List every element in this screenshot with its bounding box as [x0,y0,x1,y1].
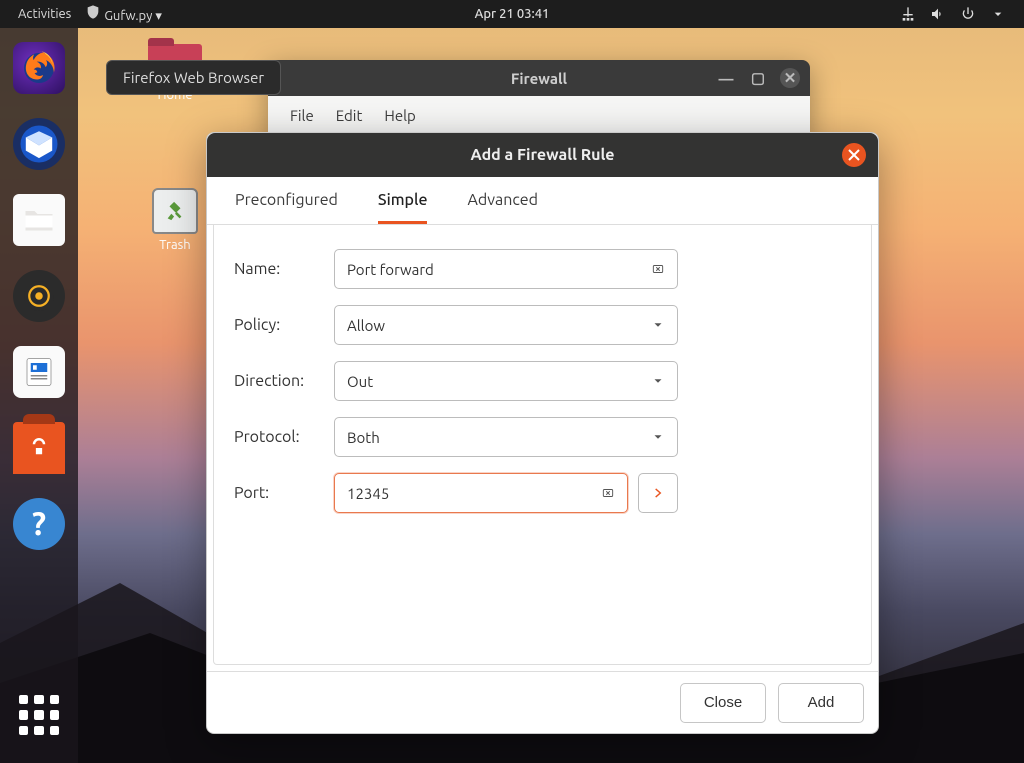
name-input[interactable]: Port forward [334,249,678,289]
dialog-title: Add a Firewall Rule [470,146,614,164]
menu-file[interactable]: File [290,107,314,124]
dock-firefox[interactable] [13,42,65,94]
shield-icon [85,4,101,20]
network-icon[interactable] [900,6,916,22]
chevron-down-icon[interactable] [990,6,1006,22]
dialog-close[interactable] [842,143,866,167]
chevron-down-icon [651,374,665,388]
clear-icon[interactable] [601,486,615,500]
power-icon[interactable] [960,6,976,22]
window-close[interactable]: ✕ [780,68,800,88]
port-input[interactable]: 12345 [334,473,628,513]
clock[interactable]: Apr 21 03:41 [475,7,550,21]
dock-thunderbird[interactable] [13,118,65,170]
dock-software[interactable] [13,422,65,474]
label-direction: Direction: [234,372,334,390]
dock-apps-grid[interactable] [13,689,65,741]
chevron-down-icon [651,430,665,444]
thunderbird-icon [17,122,61,166]
desktop-trash-label: Trash [140,238,210,252]
dock-files[interactable] [13,194,65,246]
app-indicator[interactable]: Gufw.py ▾ [85,4,162,24]
dock-libreoffice-writer[interactable] [13,346,65,398]
label-name: Name: [234,260,334,278]
chevron-right-icon [651,486,665,500]
dock-tooltip: Firefox Web Browser [106,60,281,95]
add-button[interactable]: Add [778,683,864,723]
window-minimize[interactable]: — [716,68,736,88]
window-maximize[interactable]: ▢ [748,68,768,88]
firewall-window: Firewall — ▢ ✕ File Edit Help [268,60,810,140]
dock-help[interactable]: ? [13,498,65,550]
top-bar: Activities Gufw.py ▾ Apr 21 03:41 [0,0,1024,28]
dock-rhythmbox[interactable] [13,270,65,322]
firefox-icon [17,46,61,90]
trash-icon [152,188,198,234]
tab-simple[interactable]: Simple [378,191,428,224]
menu-help[interactable]: Help [384,107,415,124]
add-rule-dialog: Add a Firewall Rule Preconfigured Simple… [206,132,879,734]
dialog-tabs: Preconfigured Simple Advanced [207,177,878,225]
port-range-button[interactable] [638,473,678,513]
chevron-down-icon [651,318,665,332]
desktop-trash[interactable]: Trash [140,188,210,252]
volume-icon[interactable] [930,6,946,22]
document-icon [21,354,57,390]
tab-preconfigured[interactable]: Preconfigured [235,191,338,224]
tab-advanced[interactable]: Advanced [467,191,537,224]
dock: ? [0,28,78,763]
activities-button[interactable]: Activities [18,7,71,21]
label-protocol: Protocol: [234,428,334,446]
clear-icon[interactable] [651,262,665,276]
direction-select[interactable]: Out [334,361,678,401]
protocol-select[interactable]: Both [334,417,678,457]
close-button[interactable]: Close [680,683,766,723]
firewall-title: Firewall [511,70,567,87]
folder-icon [21,202,57,238]
policy-select[interactable]: Allow [334,305,678,345]
menu-edit[interactable]: Edit [336,107,363,124]
speaker-icon [21,278,57,314]
label-port: Port: [234,484,334,502]
label-policy: Policy: [234,316,334,334]
bag-icon [24,433,54,463]
